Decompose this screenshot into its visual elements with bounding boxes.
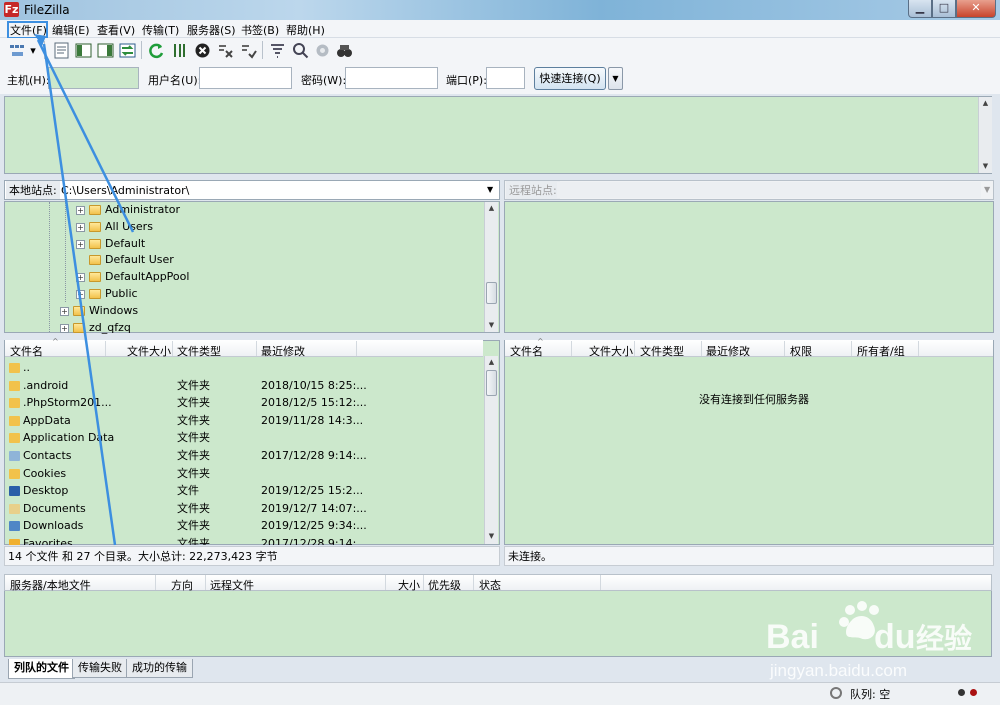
queue-status-icon (830, 687, 842, 699)
remote-col-owner[interactable]: 所有者/组 (857, 343, 905, 359)
watermark-brand2: du (874, 618, 916, 656)
baidu-jingyan-watermark: Bai du 经验 jingyan.baidu.com (766, 601, 972, 680)
tab-queued-files[interactable]: 列队的文件 (8, 659, 75, 679)
file-name[interactable]: Documents (23, 500, 86, 518)
file-name[interactable]: Favorites (23, 535, 73, 545)
file-modified: 2019/11/28 14:3... (261, 413, 364, 427)
minimize-button[interactable]: ▁ (908, 0, 932, 18)
file-type: 文件夹 (177, 396, 210, 410)
file-name[interactable]: Application Data (23, 429, 114, 447)
file-name[interactable]: .android (23, 377, 68, 395)
file-modified: 2019/12/25 15:2... (261, 484, 364, 498)
remote-col-permissions[interactable]: 权限 (790, 343, 812, 359)
file-type: 文件夹 (177, 413, 210, 427)
remote-empty-message: 没有连接到任何服务器 (699, 393, 809, 406)
file-name[interactable]: Desktop (23, 482, 68, 500)
file-modified: 2018/12/5 15:12:... (261, 396, 367, 410)
downloads-folder-icon (9, 521, 20, 532)
remote-sort-asc-icon: ^ (537, 337, 544, 346)
file-type: 文件夹 (177, 378, 210, 392)
local-list-scrollbar[interactable]: ▲ ▼ (484, 356, 498, 544)
file-type: 文件夹 (177, 519, 210, 533)
port-input[interactable] (486, 67, 525, 89)
file-modified: 2019/12/7 14:07:... (261, 501, 367, 515)
close-button[interactable]: ✕ (956, 0, 996, 18)
remote-file-list[interactable] (504, 340, 994, 545)
desktop-icon (9, 486, 20, 497)
file-modified: 2019/12/25 9:34:... (261, 519, 367, 533)
remote-path-dropdown-icon[interactable]: ▼ (984, 185, 990, 194)
documents-folder-icon (9, 503, 20, 514)
tab-successful-transfers[interactable]: 成功的传输 (126, 659, 193, 678)
folder-icon (9, 398, 20, 409)
file-modified: 2017/12/28 9:14:... (261, 449, 367, 462)
local-status: 14 个文件 和 27 个目录。大小总计: 22,273,423 字节 (4, 546, 500, 566)
folder-icon (9, 380, 20, 391)
folder-icon (9, 415, 20, 426)
file-type: 文件夹 (177, 501, 210, 515)
watermark-url: jingyan.baidu.com (769, 661, 907, 680)
folder-icon (9, 468, 20, 479)
file-name[interactable]: Cookies (23, 465, 66, 483)
remote-col-size[interactable]: 文件大小 (589, 343, 633, 359)
file-type: 文件夹 (177, 537, 210, 545)
folder-icon (9, 433, 20, 444)
tree-scroll-thumb[interactable] (486, 282, 497, 304)
tree-scrollbar[interactable]: ▲ ▼ (484, 202, 498, 332)
favorites-folder-icon (9, 539, 20, 545)
file-name[interactable]: .. (23, 359, 30, 377)
file-name[interactable]: Contacts (23, 447, 72, 465)
quickconnect-dropdown-icon[interactable]: ▼ (608, 67, 623, 90)
local-path-dropdown-icon[interactable]: ▼ (487, 185, 493, 194)
log-scrollbar[interactable]: ▲ ▼ (978, 97, 992, 173)
remote-directory-tree[interactable] (504, 201, 994, 333)
file-modified: 2017/12/28 9:14:... (261, 537, 367, 545)
remote-col-modified[interactable]: 最近修改 (706, 343, 750, 359)
folder-icon (9, 363, 20, 373)
maximize-button[interactable]: □ (932, 0, 956, 18)
file-name[interactable]: .PhpStorm201... (23, 394, 112, 412)
contacts-folder-icon (9, 451, 20, 461)
tab-failed-transfers[interactable]: 传输失败 (72, 659, 128, 678)
watermark-brand: Bai (766, 618, 819, 656)
file-name[interactable]: Downloads (23, 517, 83, 535)
remote-status: 未连接。 (504, 546, 994, 566)
send-indicator-icon (970, 689, 977, 696)
file-type: 文件夹 (177, 466, 210, 480)
file-modified: 2018/10/15 8:25:... (261, 378, 367, 392)
remote-site-label: 远程站点: (506, 181, 560, 199)
file-type: 文件夹 (177, 431, 210, 445)
file-type: 文件 (177, 484, 199, 498)
quickconnect-button[interactable]: 快速连接(Q) (534, 67, 606, 90)
file-type: 文件夹 (177, 449, 210, 462)
recv-indicator-icon (958, 689, 965, 696)
watermark-cn: 经验 (916, 622, 972, 655)
remote-path-input[interactable] (557, 182, 981, 198)
queue-status: 队列: 空 (850, 688, 891, 701)
remote-col-type[interactable]: 文件类型 (640, 343, 684, 359)
file-name[interactable]: AppData (23, 412, 71, 430)
local-list-scroll-thumb[interactable] (486, 370, 497, 396)
